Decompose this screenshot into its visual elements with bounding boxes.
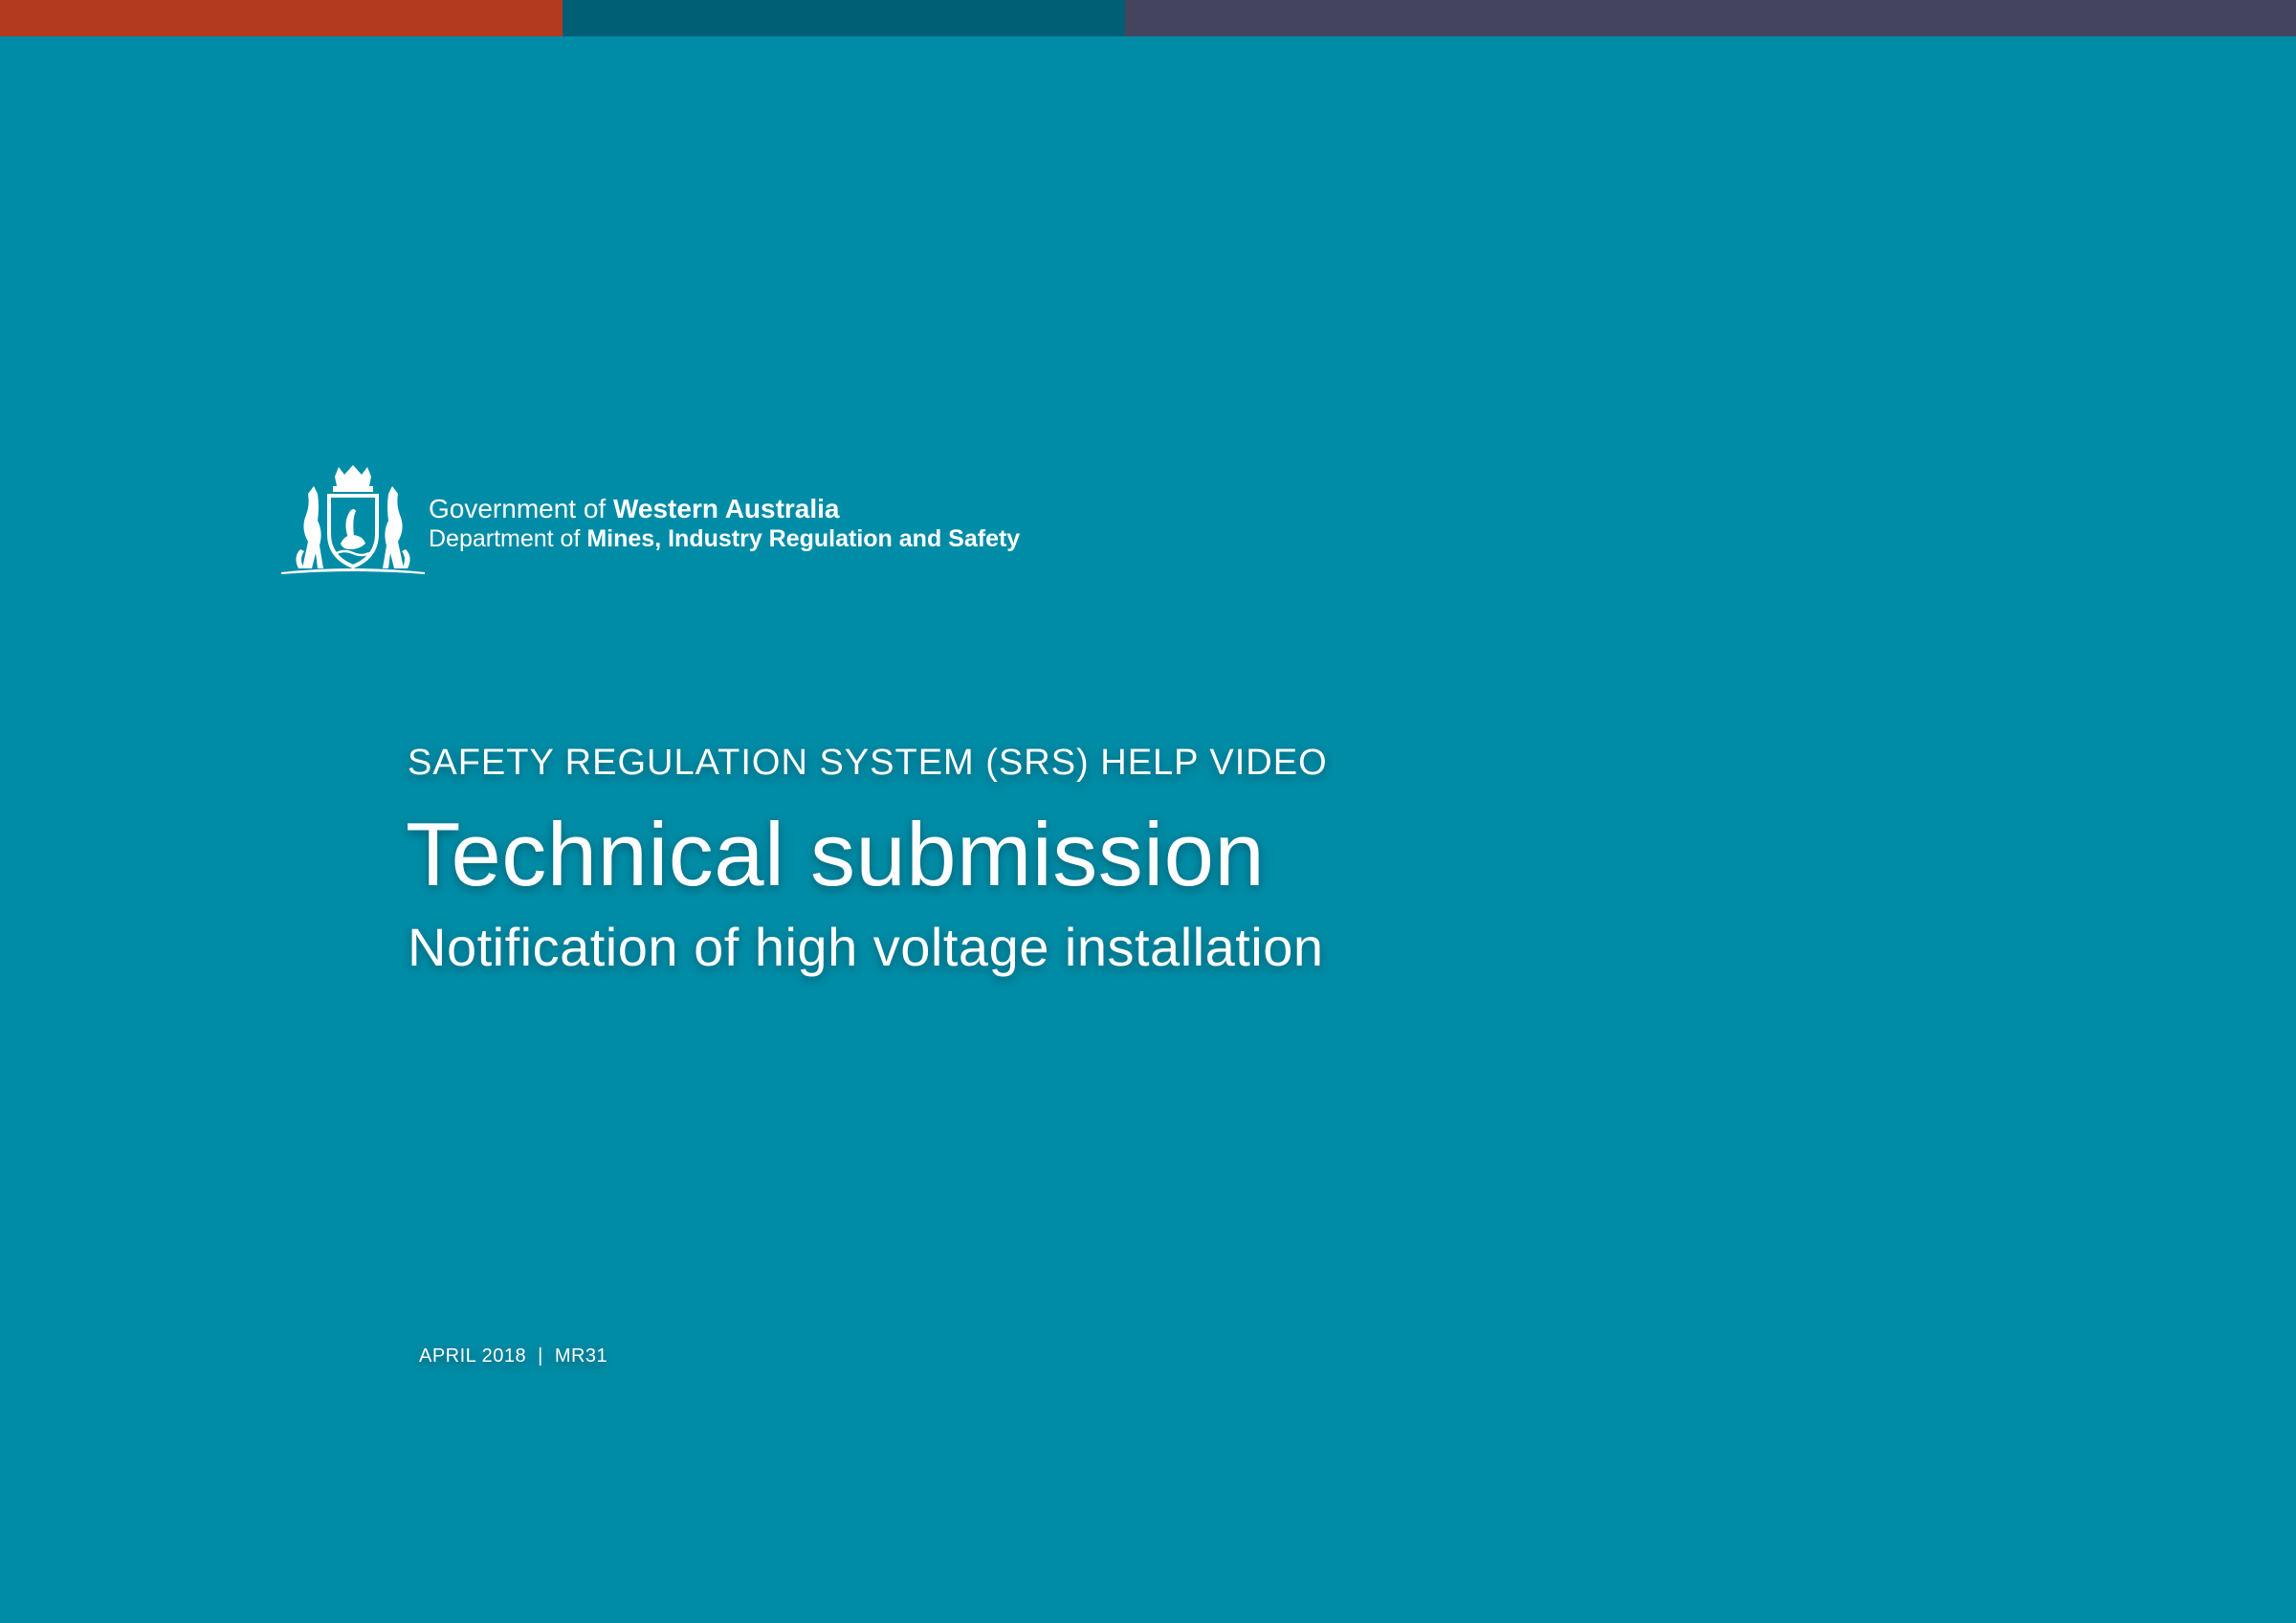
government-of-text: Government of xyxy=(429,494,613,523)
page-subtitle: Notification of high voltage installatio… xyxy=(408,917,1324,977)
top-color-bar xyxy=(0,0,2296,36)
department-name-text: Mines, Industry Regulation and Safety xyxy=(586,525,1021,552)
department-of-text: Department of xyxy=(429,525,587,552)
video-category-label: SAFETY REGULATION SYSTEM (SRS) HELP VIDE… xyxy=(408,743,1328,783)
page-title: Technical submission xyxy=(406,804,1266,904)
publication-date: APRIL 2018 xyxy=(419,1345,527,1367)
agency-line-government: Government of Western Australia xyxy=(429,494,1020,524)
meta-separator: | xyxy=(538,1345,543,1367)
agency-line-department: Department of Mines, Industry Regulation… xyxy=(429,524,1020,553)
wa-coat-of-arms-icon xyxy=(281,465,425,574)
government-logo: Government of Western Australia Departme… xyxy=(279,465,1020,576)
western-australia-text: Western Australia xyxy=(612,494,840,523)
top-bar-segment-dark-teal xyxy=(563,0,1125,36)
top-bar-segment-slate xyxy=(1125,0,2296,36)
document-code: MR31 xyxy=(554,1345,608,1367)
top-bar-segment-red xyxy=(0,0,563,36)
document-meta: APRIL 2018 | MR31 xyxy=(419,1345,607,1367)
